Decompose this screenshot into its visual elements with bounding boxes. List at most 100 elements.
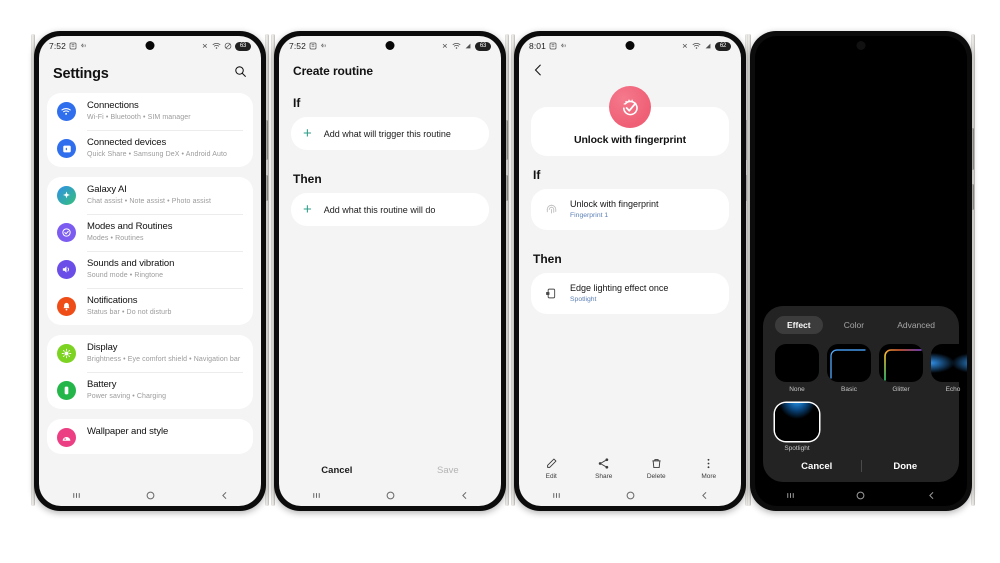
wifi-icon xyxy=(452,43,461,49)
edit-button[interactable]: Edit xyxy=(525,457,578,480)
status-bar: 7:52 63 xyxy=(279,36,501,56)
effect-thumb-spotlight[interactable] xyxy=(775,403,819,441)
effect-tabs[interactable]: Effect Color Advanced xyxy=(773,316,949,344)
row-text: Sounds and vibration Sound mode • Ringto… xyxy=(87,258,243,281)
sidebar-item-sounds-and-vibration[interactable]: Sounds and vibration Sound mode • Ringto… xyxy=(47,251,253,288)
row-title: Connections xyxy=(87,100,139,111)
more-button[interactable]: More xyxy=(683,457,736,480)
home-icon[interactable] xyxy=(385,490,396,501)
battery-indicator: 62 xyxy=(715,41,731,51)
effect-option-echo[interactable]: Echo xyxy=(931,344,967,393)
status-bar-right: 62 xyxy=(681,41,731,51)
done-button[interactable]: Done xyxy=(862,461,950,472)
settings-header: Settings xyxy=(39,56,261,93)
settings-group: Wallpaper and style xyxy=(47,419,253,454)
back-chevron-icon[interactable] xyxy=(519,56,741,84)
save-button[interactable]: Save xyxy=(437,465,459,476)
add-action-button[interactable]: + Add what this routine will do xyxy=(291,193,489,226)
back-icon[interactable] xyxy=(459,490,470,501)
navigation-bar[interactable] xyxy=(519,484,741,506)
effect-thumb-none[interactable] xyxy=(775,344,819,382)
effect-thumb-echo[interactable] xyxy=(931,344,967,382)
add-trigger-button[interactable]: + Add what will trigger this routine xyxy=(291,117,489,150)
effect-option-basic[interactable]: Basic xyxy=(827,344,871,393)
settings-list[interactable]: Connections Wi-Fi • Bluetooth • SIM mana… xyxy=(39,93,261,484)
effect-thumb-basic[interactable] xyxy=(827,344,871,382)
navigation-bar[interactable] xyxy=(39,484,261,506)
brightness-icon xyxy=(57,344,76,363)
tab-color[interactable]: Color xyxy=(832,316,876,334)
status-bar-left: 8:01 xyxy=(529,41,568,51)
sheet-actions: Cancel Done xyxy=(773,452,949,474)
back-icon[interactable] xyxy=(219,490,230,501)
tab-effect[interactable]: Effect xyxy=(775,316,823,334)
add-action-label: Add what this routine will do xyxy=(323,204,436,215)
row-subtitle: Sound mode • Ringtone xyxy=(87,272,164,279)
cancel-button[interactable]: Cancel xyxy=(773,461,861,472)
effect-option-spotlight[interactable]: Spotlight xyxy=(775,403,819,452)
sidebar-item-modes-and-routines[interactable]: Modes and Routines Modes • Routines xyxy=(47,214,253,251)
recents-icon[interactable] xyxy=(71,490,82,501)
routine-editor: Create routine If + Add what will trigge… xyxy=(279,56,501,455)
effect-option-glitter[interactable]: Glitter xyxy=(879,344,923,393)
trigger-item[interactable]: Unlock with fingerprint Fingerprint 1 xyxy=(531,189,729,230)
camera-punch-hole xyxy=(145,41,155,50)
page-title: Settings xyxy=(53,66,109,82)
effect-thumbnails-row-1[interactable]: None Basic Glitter Echo xyxy=(773,344,967,393)
row-subtitle: Quick Share • Samsung DeX • Android Auto xyxy=(87,151,228,158)
section-label-then: Then xyxy=(533,252,562,266)
plus-icon: + xyxy=(303,125,312,142)
settings-group: Connections Wi-Fi • Bluetooth • SIM mana… xyxy=(47,93,253,167)
effect-thumb-glitter[interactable] xyxy=(879,344,923,382)
back-icon[interactable] xyxy=(926,490,937,501)
sparkle-icon xyxy=(57,186,76,205)
delete-button[interactable]: Delete xyxy=(630,457,683,480)
plus-icon: + xyxy=(303,201,312,218)
row-subtitle: Power saving • Charging xyxy=(87,393,167,400)
status-time: 8:01 xyxy=(529,41,546,51)
recents-icon[interactable] xyxy=(311,490,322,501)
sidebar-item-battery[interactable]: Battery Power saving • Charging xyxy=(47,372,253,409)
sidebar-item-connected-devices[interactable]: Connected devices Quick Share • Samsung … xyxy=(47,130,253,167)
phone-1-settings: 7:52 63 Settings Connections Wi-Fi • Blu… xyxy=(34,31,266,511)
trigger-subtitle: Fingerprint 1 xyxy=(570,212,609,219)
recents-icon[interactable] xyxy=(785,490,796,501)
routine-detail-body: Unlock with fingerprint If Unlock with f… xyxy=(519,84,741,451)
row-subtitle: Brightness • Eye comfort shield • Naviga… xyxy=(87,356,241,363)
navigation-bar[interactable] xyxy=(279,484,501,506)
battery-indicator: 63 xyxy=(235,41,251,51)
search-icon[interactable] xyxy=(234,65,247,83)
effect-option-none[interactable]: None xyxy=(775,344,819,393)
sidebar-item-connections[interactable]: Connections Wi-Fi • Bluetooth • SIM mana… xyxy=(47,93,253,130)
sidebar-item-galaxy-ai[interactable]: Galaxy AI Chat assist • Note assist • Ph… xyxy=(47,177,253,214)
tab-advanced[interactable]: Advanced xyxy=(885,316,947,334)
effect-thumbnails-row-2[interactable]: Spotlight xyxy=(773,403,949,452)
action-item[interactable]: Edge lighting effect once Spotlight xyxy=(531,273,729,314)
cancel-button[interactable]: Cancel xyxy=(321,465,352,476)
share-icon xyxy=(599,458,609,469)
recents-icon[interactable] xyxy=(551,490,562,501)
back-icon[interactable] xyxy=(699,490,710,501)
bell-icon xyxy=(57,297,76,316)
home-icon[interactable] xyxy=(625,490,636,501)
sidebar-item-wallpaper-and-style[interactable]: Wallpaper and style xyxy=(47,419,253,454)
home-icon[interactable] xyxy=(855,490,866,501)
camera-punch-hole xyxy=(856,41,866,50)
trash-icon xyxy=(652,459,661,469)
sidebar-item-notifications[interactable]: Notifications Status bar • Do not distur… xyxy=(47,288,253,325)
home-icon[interactable] xyxy=(145,490,156,501)
share-button[interactable]: Share xyxy=(578,457,631,480)
wifi-icon xyxy=(57,102,76,121)
pencil-icon xyxy=(546,458,557,468)
navigation-bar[interactable] xyxy=(755,484,967,506)
edge-lighting-screen: Effect Color Advanced None Basic Glitter… xyxy=(755,36,967,506)
routine-name: Unlock with fingerprint xyxy=(573,134,687,146)
trigger-title: Unlock with fingerprint xyxy=(570,199,659,209)
row-title: Wallpaper and style xyxy=(87,426,169,437)
row-title: Battery xyxy=(87,379,117,390)
row-subtitle: Modes • Routines xyxy=(87,235,144,242)
bluetooth-off-icon xyxy=(202,43,207,48)
sidebar-item-display[interactable]: Display Brightness • Eye comfort shield … xyxy=(47,335,253,372)
row-title: Notifications xyxy=(87,295,138,306)
row-title: Galaxy AI xyxy=(87,184,127,195)
